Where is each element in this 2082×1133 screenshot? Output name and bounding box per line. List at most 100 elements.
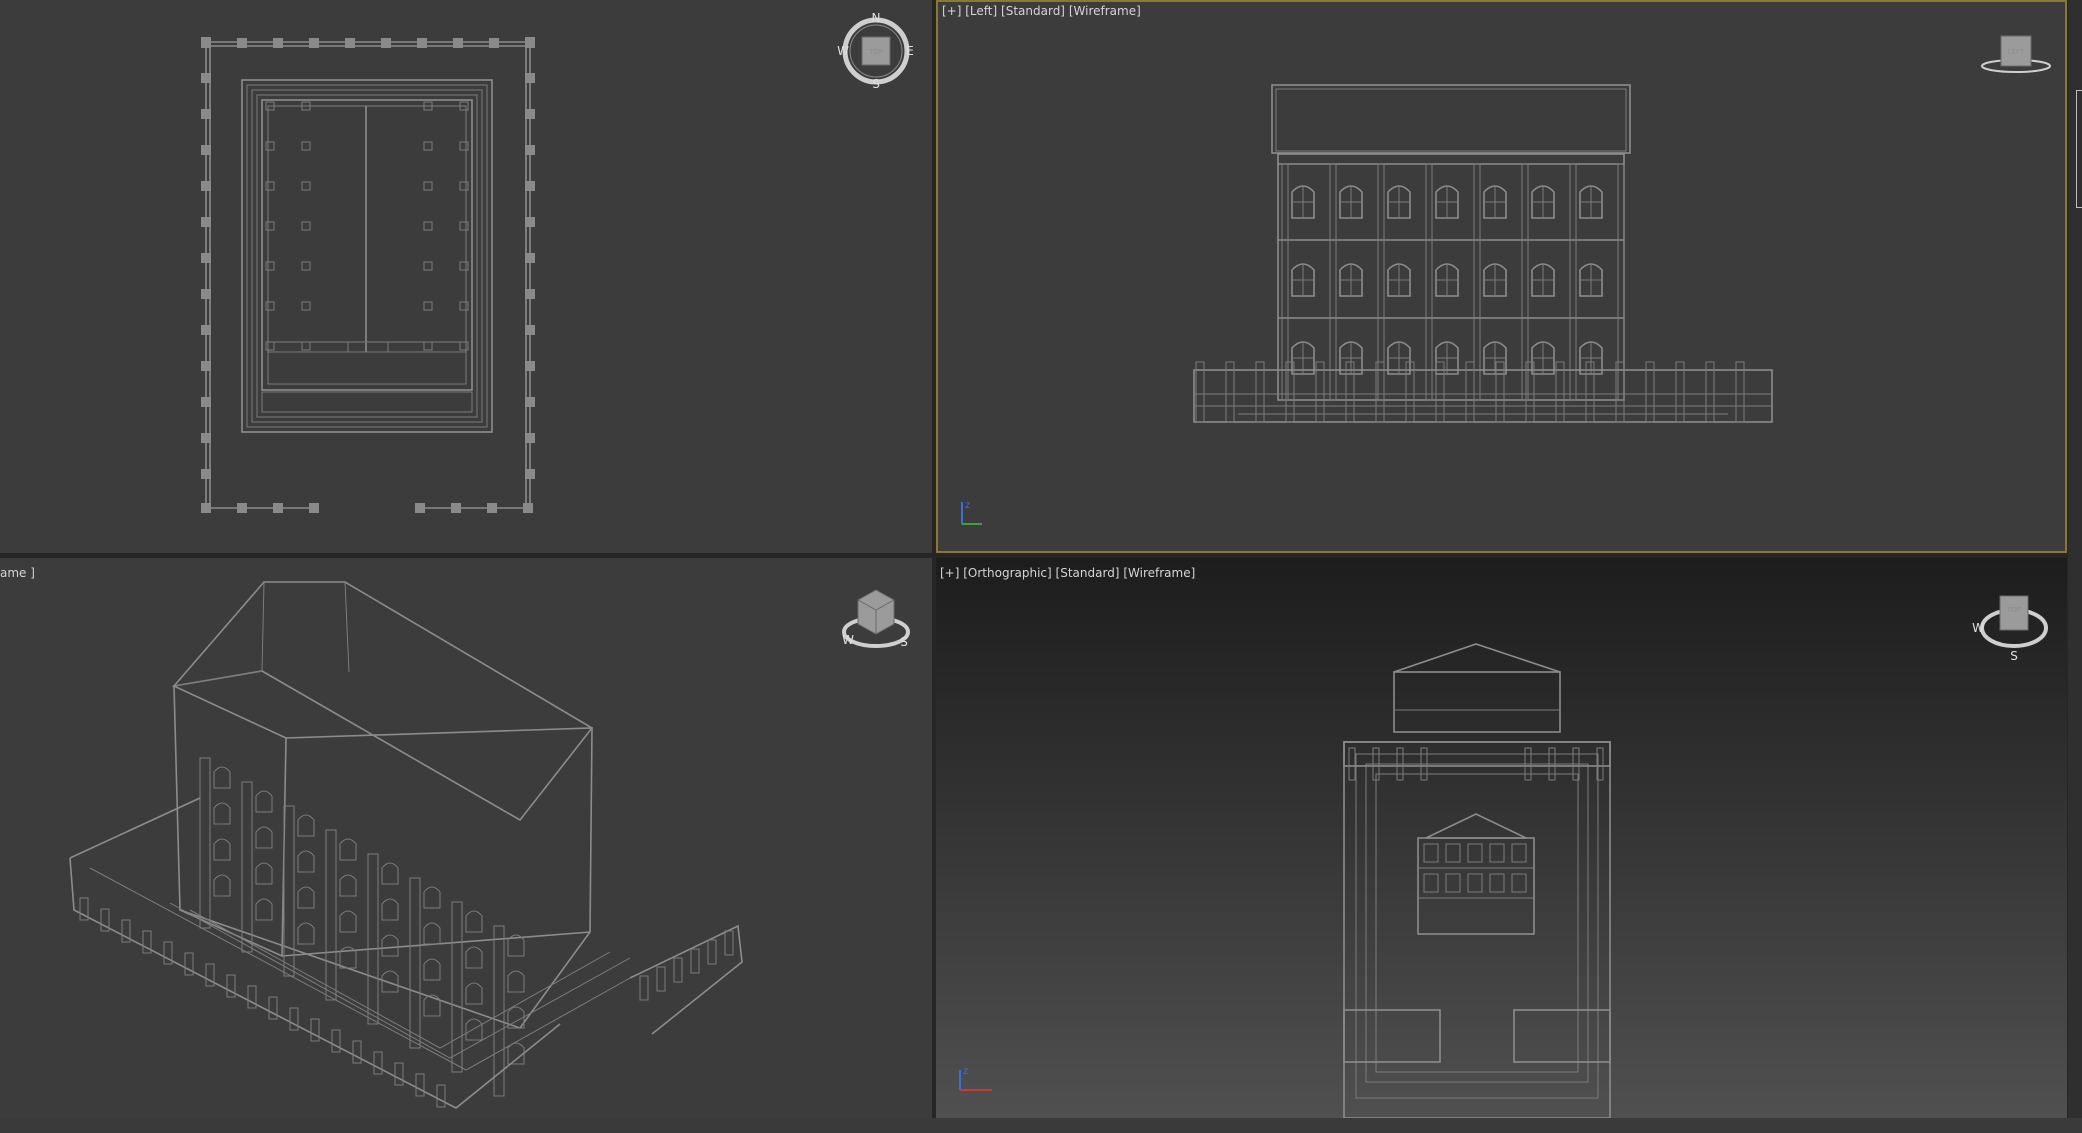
fence-post [1645, 361, 1655, 423]
column [423, 301, 433, 311]
column [1377, 163, 1385, 401]
viewport-left[interactable]: [+] [Left] [Standard] [Wireframe] LEFT z [936, 0, 2067, 553]
fence-post [273, 503, 283, 513]
column [325, 829, 337, 1001]
column [423, 341, 433, 351]
fence-post [690, 948, 700, 974]
left-view-wireframe: LEFT z [961, 35, 2051, 525]
svg-text:N: N [872, 11, 881, 25]
fence-outline [205, 41, 531, 509]
column [265, 301, 275, 311]
fence-post [525, 433, 535, 443]
column [459, 301, 469, 311]
svg-text:S: S [900, 635, 908, 649]
fence-post [247, 985, 257, 1009]
fence-post [381, 38, 391, 48]
column [459, 261, 469, 271]
command-panel-edge[interactable] [2068, 0, 2082, 1118]
building-front [1343, 643, 1611, 1118]
window [297, 850, 315, 873]
column [1281, 163, 1289, 401]
column [265, 261, 275, 271]
fence-post [724, 930, 734, 956]
fence-post [201, 503, 211, 513]
column [265, 141, 275, 151]
window [255, 790, 273, 813]
fence-post [273, 38, 283, 48]
fence-post [525, 361, 535, 371]
window [465, 982, 483, 1005]
fence-post [1525, 361, 1535, 423]
column [367, 853, 379, 1025]
column-grid [265, 101, 469, 351]
perspective-wireframe: W S [69, 581, 910, 1109]
column [459, 141, 469, 151]
viewcube-icon[interactable]: W S [842, 589, 910, 649]
fence-post [201, 181, 211, 191]
column [301, 221, 311, 231]
column [423, 141, 433, 151]
fence-post [1555, 361, 1565, 423]
fence-post [1195, 361, 1205, 423]
fence-post [525, 253, 535, 263]
fence-post [525, 469, 535, 479]
window [255, 826, 273, 849]
fence-post [525, 397, 535, 407]
svg-text:W: W [842, 633, 854, 647]
fence-post [201, 361, 211, 371]
fence-post [489, 38, 499, 48]
column [241, 781, 253, 953]
column [409, 877, 421, 1049]
viewport-perspective[interactable]: ame ] W S [0, 558, 932, 1118]
fence-post [201, 325, 211, 335]
column [1521, 163, 1529, 401]
window [1423, 873, 1439, 893]
fence-post [487, 503, 497, 513]
fence-post [1735, 361, 1745, 423]
window [1511, 843, 1527, 863]
fence-post [1675, 361, 1685, 423]
column [423, 181, 433, 191]
column [199, 757, 211, 929]
axis-tripod-icon: z [959, 1066, 992, 1091]
window [381, 862, 399, 885]
fence-post [237, 38, 247, 48]
fence-post [415, 1073, 425, 1097]
panel-tab-marker[interactable] [2076, 90, 2082, 208]
fence-post [201, 145, 211, 155]
fence-post [1495, 361, 1505, 423]
column [301, 141, 311, 151]
fence-post [639, 975, 649, 1001]
viewcube-icon[interactable]: LEFT [1981, 35, 2051, 73]
svg-text:E: E [906, 44, 914, 58]
svg-text:W: W [1972, 621, 1984, 635]
column [301, 301, 311, 311]
fence-post [352, 1040, 362, 1064]
column [1569, 163, 1577, 401]
svg-text:S: S [2010, 649, 2018, 663]
viewport-orthographic[interactable]: [+] [Orthographic] [Standard] [Wireframe… [936, 558, 2067, 1118]
fence-post [525, 73, 535, 83]
column [1329, 163, 1337, 401]
fence-post [237, 503, 247, 513]
window [507, 970, 525, 993]
fence-post [201, 289, 211, 299]
fence-post [1225, 361, 1235, 423]
fence-post [451, 503, 461, 513]
viewcube-icon[interactable]: TOP S W [1972, 595, 2048, 663]
window [465, 910, 483, 933]
window [1489, 843, 1505, 863]
viewcube-icon[interactable]: TOP N S E W [837, 11, 914, 91]
fence-post [201, 73, 211, 83]
window [1467, 873, 1483, 893]
column [301, 341, 311, 351]
fence-post [309, 503, 319, 513]
window [381, 898, 399, 921]
fence-post [289, 1007, 299, 1031]
fence-post [656, 966, 666, 992]
fence-post [415, 503, 425, 513]
facade-columns [199, 757, 525, 1097]
axis-tripod-icon: z [961, 500, 982, 525]
fence-post [201, 217, 211, 227]
viewport-top[interactable]: TOP N S E W [0, 0, 932, 553]
